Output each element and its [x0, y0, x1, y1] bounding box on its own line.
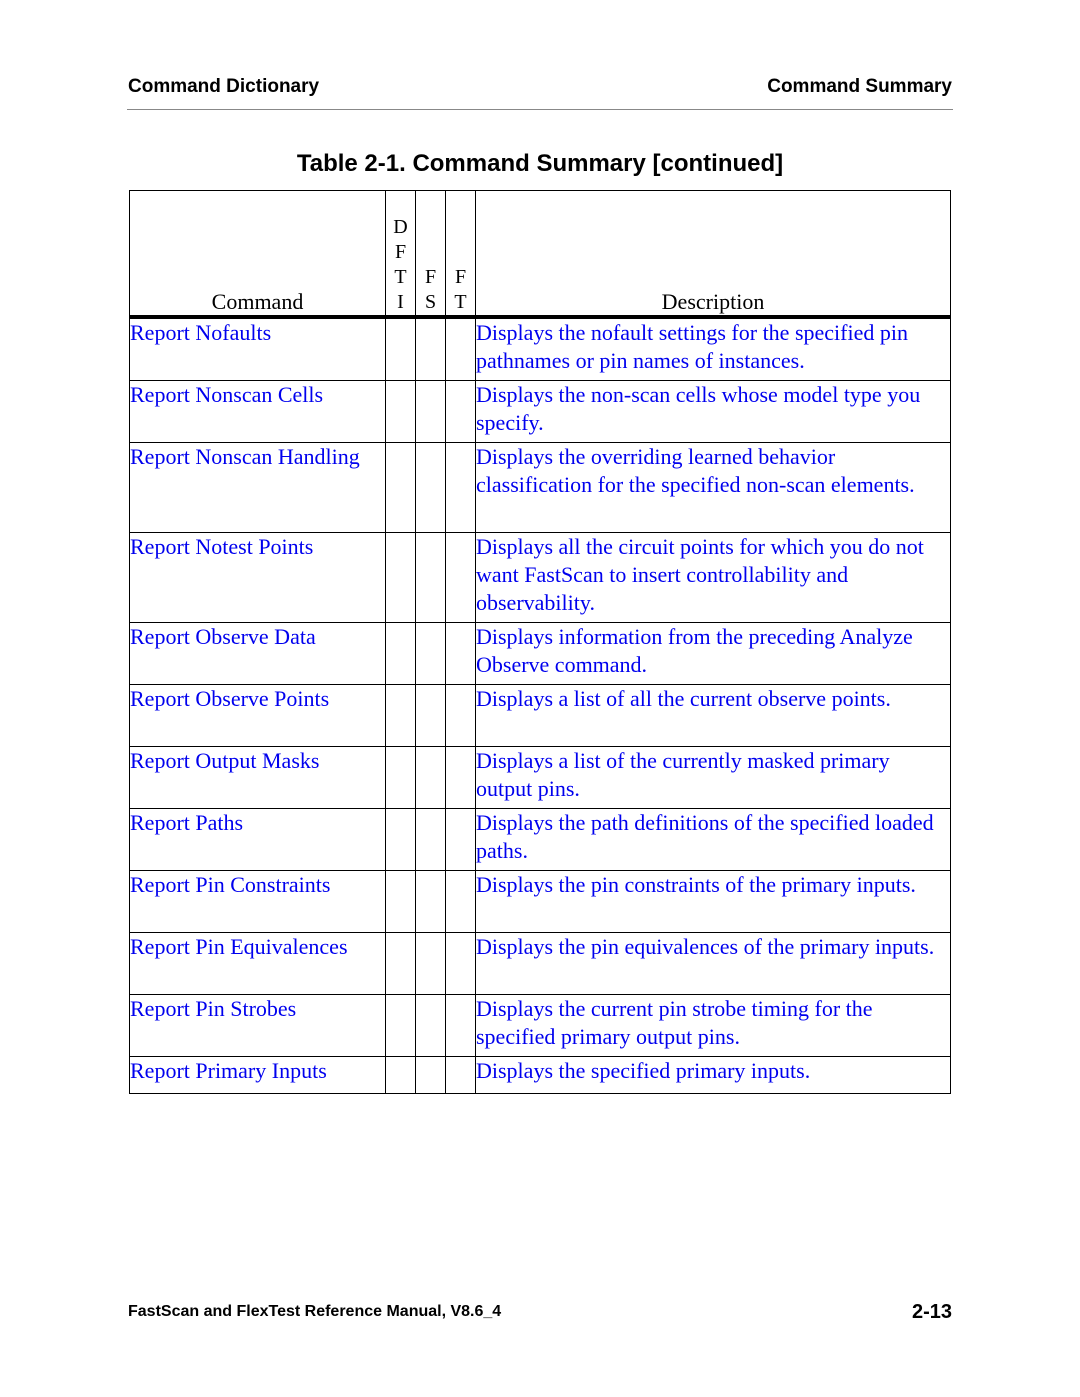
ft-cell	[445, 380, 476, 443]
dfti-cell	[385, 622, 416, 685]
dfti-letter: I	[397, 291, 404, 313]
fs-cell	[415, 1056, 446, 1094]
ft-cell	[445, 994, 476, 1057]
dfti-cell	[385, 684, 416, 747]
dfti-cell	[385, 1056, 416, 1094]
command-link[interactable]: Report Pin Constraints	[129, 870, 386, 933]
ft-cell	[445, 442, 476, 533]
table-row: Report Output Masks Displays a list of t…	[129, 746, 951, 809]
dfti-cell	[385, 808, 416, 871]
dfti-cell	[385, 994, 416, 1057]
table-header-row: Command D F T I F S F T Description	[129, 190, 951, 319]
table-row: Report Pin Equivalences Displays the pin…	[129, 932, 951, 995]
table-row: Report Nonscan Handling Displays the ove…	[129, 442, 951, 533]
ft-cell	[445, 870, 476, 933]
ft-cell	[445, 684, 476, 747]
ft-cell	[445, 932, 476, 995]
description-link[interactable]: Displays the non-scan cells whose model …	[475, 380, 951, 443]
description-link[interactable]: Displays the overriding learned behavior…	[475, 442, 951, 533]
dfti-letter: F	[394, 241, 407, 263]
ft-cell	[445, 622, 476, 685]
table-row: Report Paths Displays the path definitio…	[129, 808, 951, 871]
ft-cell	[445, 746, 476, 809]
description-link[interactable]: Displays a list of the currently masked …	[475, 746, 951, 809]
fs-cell	[415, 532, 446, 623]
column-header-ft: F T	[445, 190, 476, 319]
fs-cell	[415, 994, 446, 1057]
command-link[interactable]: Report Nofaults	[129, 316, 386, 381]
dfti-cell	[385, 442, 416, 533]
command-summary-table: Command D F T I F S F T Description Repo…	[129, 190, 951, 1094]
column-header-description: Description	[475, 190, 951, 319]
table-row: Report Pin Strobes Displays the current …	[129, 994, 951, 1057]
column-header-fs: F S	[415, 190, 446, 319]
ft-letter: T	[454, 291, 467, 313]
column-header-dfti: D F T I	[385, 190, 416, 319]
fs-letter: F	[424, 266, 437, 288]
dfti-cell	[385, 380, 416, 443]
command-link[interactable]: Report Nonscan Cells	[129, 380, 386, 443]
dfti-letter: T	[394, 266, 407, 288]
command-link[interactable]: Report Notest Points	[129, 532, 386, 623]
fs-cell	[415, 746, 446, 809]
column-header-command: Command	[129, 190, 386, 319]
table-row: Report Nonscan Cells Displays the non-sc…	[129, 380, 951, 443]
description-link[interactable]: Displays the current pin strobe timing f…	[475, 994, 951, 1057]
ft-cell	[445, 808, 476, 871]
header-divider	[127, 109, 953, 110]
running-header-section: Command Dictionary	[128, 76, 320, 97]
page-number: 2-13	[911, 1301, 952, 1323]
dfti-cell	[385, 746, 416, 809]
description-link[interactable]: Displays the pin equivalences of the pri…	[475, 932, 951, 995]
command-link[interactable]: Report Observe Points	[129, 684, 386, 747]
command-link[interactable]: Report Output Masks	[129, 746, 386, 809]
table-row: Report Notest Points Displays all the ci…	[129, 532, 951, 623]
command-link[interactable]: Report Pin Equivalences	[129, 932, 386, 995]
running-header-topic: Command Summary	[767, 76, 952, 97]
footer-manual-title: FastScan and FlexTest Reference Manual, …	[128, 1303, 502, 1320]
ft-cell	[445, 532, 476, 623]
dfti-cell	[385, 316, 416, 381]
fs-cell	[415, 622, 446, 685]
command-link[interactable]: Report Pin Strobes	[129, 994, 386, 1057]
dfti-letter: D	[393, 216, 408, 238]
fs-cell	[415, 870, 446, 933]
description-link[interactable]: Displays the nofault settings for the sp…	[475, 316, 951, 381]
fs-cell	[415, 316, 446, 381]
ft-cell	[445, 1056, 476, 1094]
command-link[interactable]: Report Paths	[129, 808, 386, 871]
command-link[interactable]: Report Observe Data	[129, 622, 386, 685]
dfti-cell	[385, 932, 416, 995]
ft-letter: F	[454, 266, 467, 288]
table-row: Report Primary Inputs Displays the speci…	[129, 1056, 951, 1094]
table-row: Report Pin Constraints Displays the pin …	[129, 870, 951, 933]
fs-cell	[415, 442, 446, 533]
fs-letter: S	[424, 291, 437, 313]
fs-cell	[415, 808, 446, 871]
description-link[interactable]: Displays all the circuit points for whic…	[475, 532, 951, 623]
fs-cell	[415, 684, 446, 747]
description-link[interactable]: Displays a list of all the current obser…	[475, 684, 951, 747]
table-row: Report Observe Data Displays information…	[129, 622, 951, 685]
dfti-cell	[385, 870, 416, 933]
description-link[interactable]: Displays the specified primary inputs.	[475, 1056, 951, 1094]
table-caption: Table 2-1. Command Summary [continued]	[296, 150, 784, 177]
dfti-cell	[385, 532, 416, 623]
ft-cell	[445, 316, 476, 381]
table-row: Report Observe Points Displays a list of…	[129, 684, 951, 747]
description-link[interactable]: Displays information from the preceding …	[475, 622, 951, 685]
command-link[interactable]: Report Nonscan Handling	[129, 442, 386, 533]
description-link[interactable]: Displays the path definitions of the spe…	[475, 808, 951, 871]
fs-cell	[415, 380, 446, 443]
fs-cell	[415, 932, 446, 995]
command-link[interactable]: Report Primary Inputs	[129, 1056, 386, 1094]
description-link[interactable]: Displays the pin constraints of the prim…	[475, 870, 951, 933]
table-row: Report Nofaults Displays the nofault set…	[129, 316, 951, 381]
